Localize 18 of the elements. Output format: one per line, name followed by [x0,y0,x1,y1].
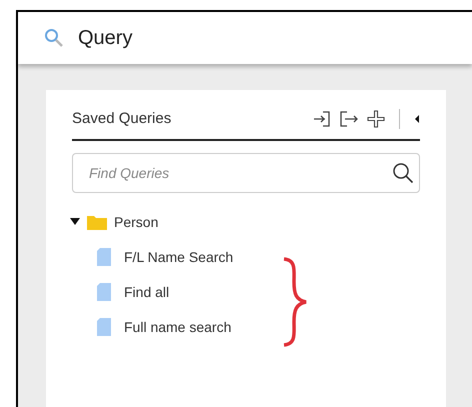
panel-title: Saved Queries [72,109,172,129]
search-field[interactable]: Find Queries [72,152,420,192]
plus-icon[interactable] [367,110,385,128]
search-icon [44,28,64,48]
tree-item[interactable]: Person [114,212,158,232]
page-title: Query [78,26,132,51]
search-icon[interactable] [392,162,414,184]
collapse-icon[interactable] [414,114,420,124]
tree-item[interactable]: F/L Name Search [124,246,234,268]
file-icon [96,282,112,302]
expanded-triangle-icon[interactable] [70,217,80,227]
import-icon[interactable] [313,110,331,128]
file-icon [96,317,112,337]
export-icon[interactable] [339,110,359,128]
tree-item[interactable]: Find all [124,282,170,302]
folder-icon [86,213,108,231]
tree-item[interactable]: Full name search [124,316,232,338]
file-icon [96,247,112,267]
